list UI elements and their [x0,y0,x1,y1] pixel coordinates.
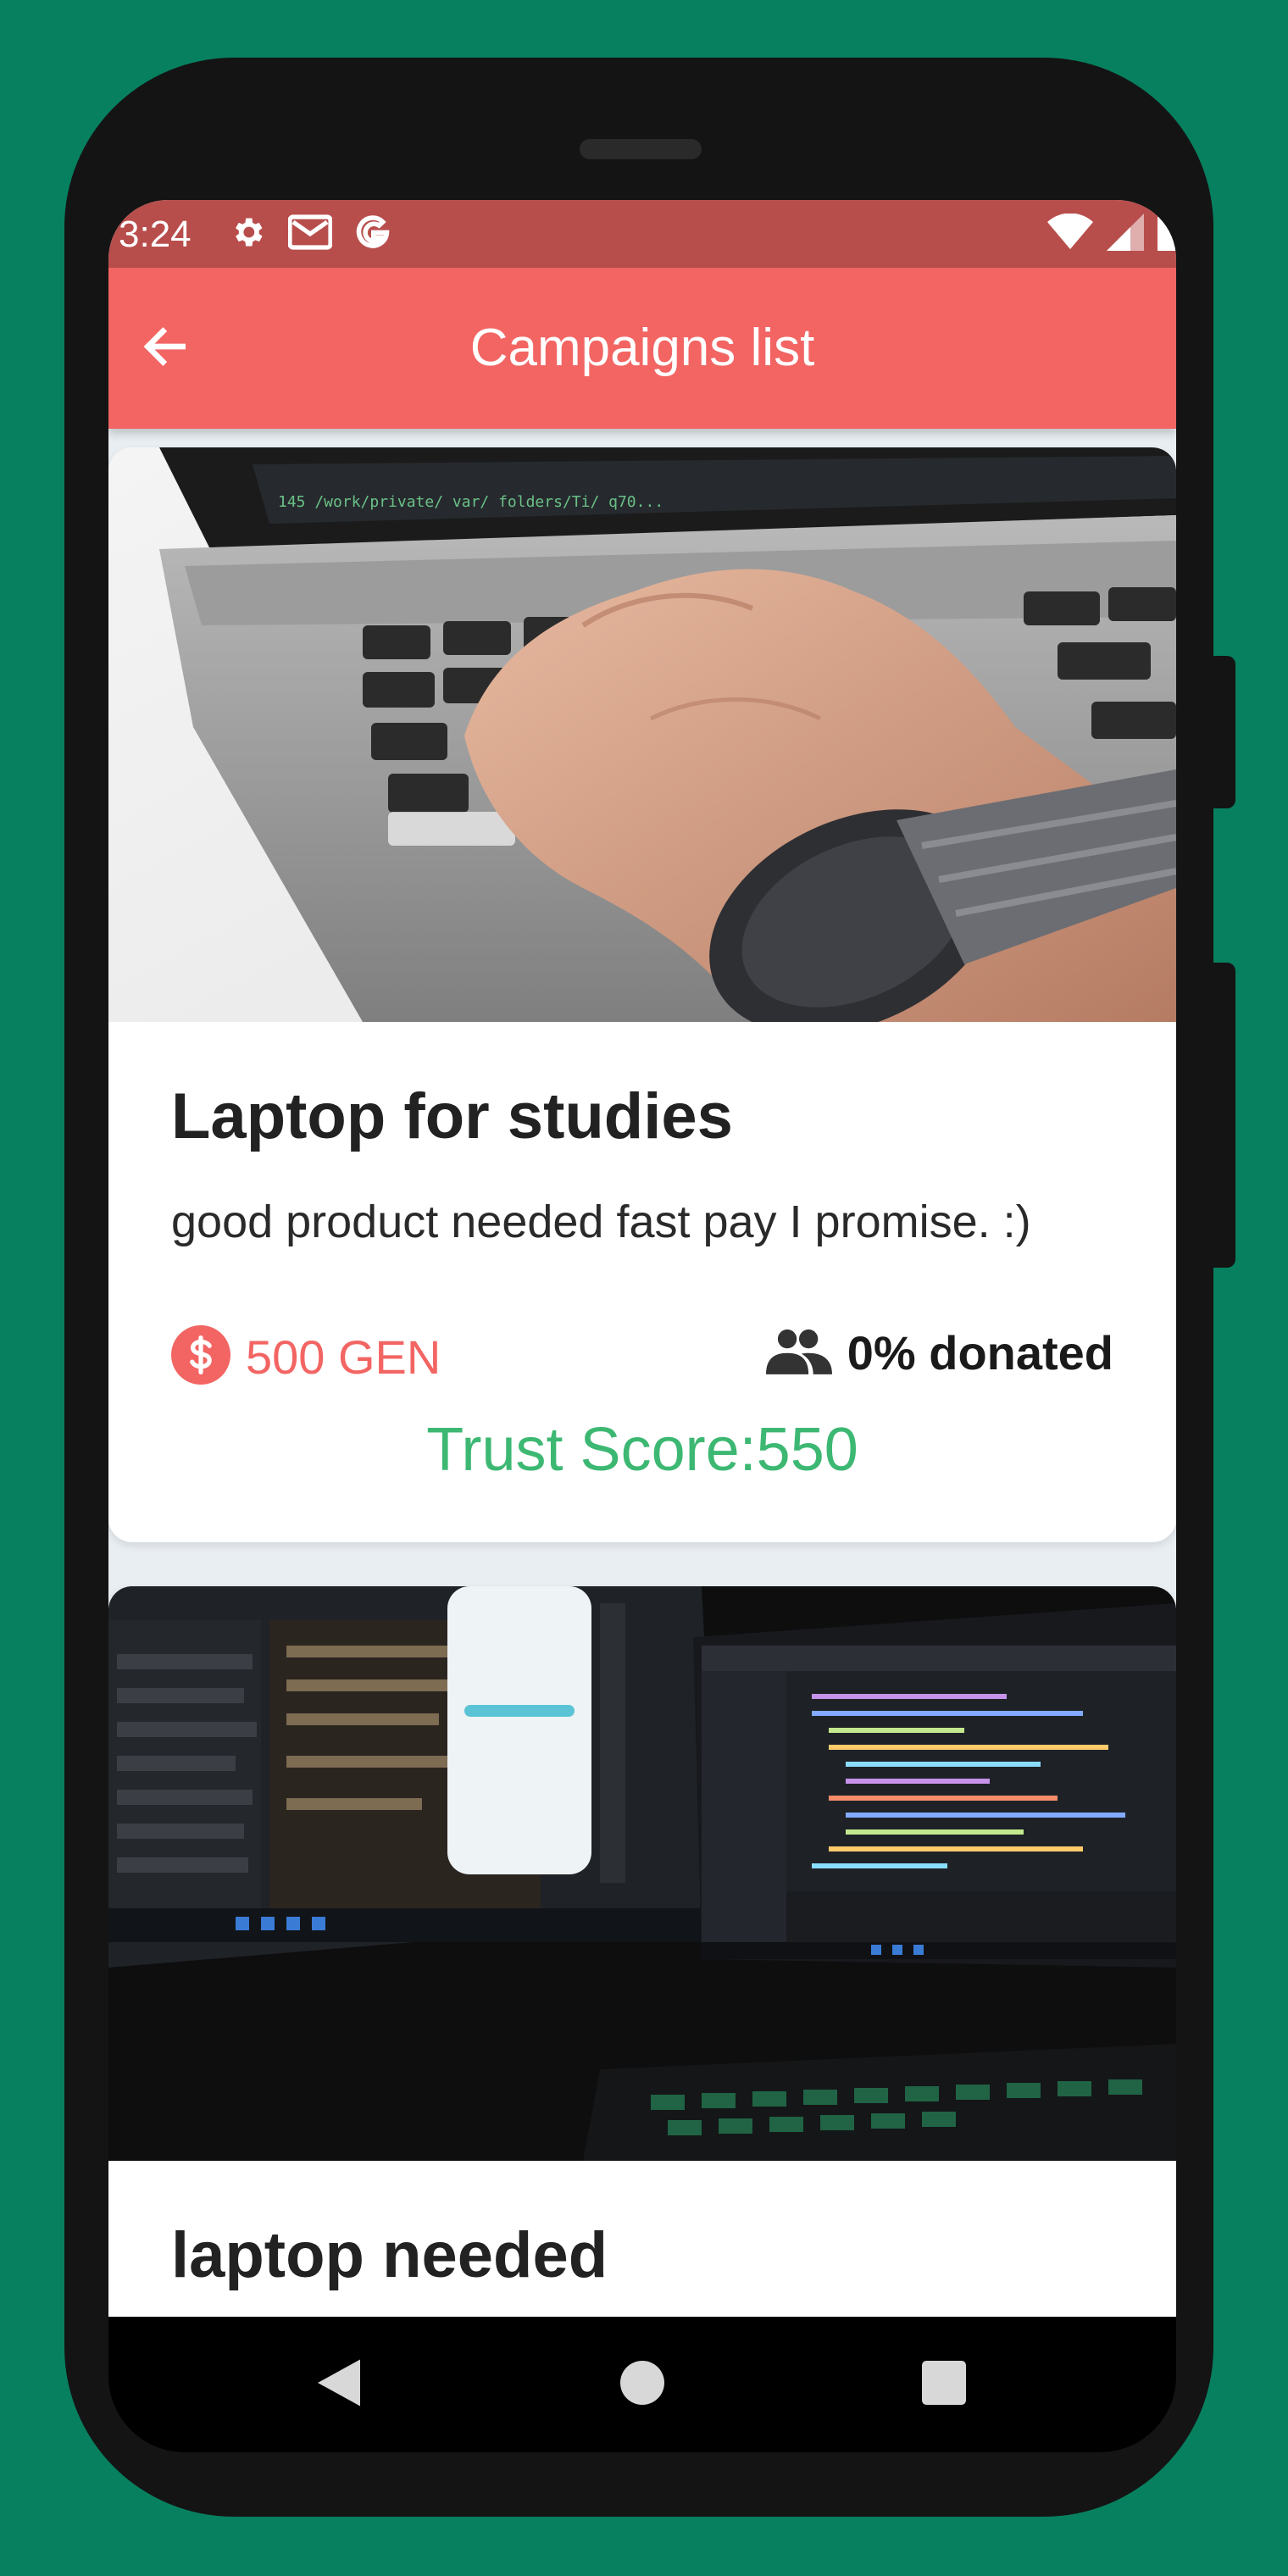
nav-back-icon [318,2359,360,2411]
people-icon [765,1327,832,1379]
campaign-image [108,1586,1176,2161]
amount-text: 500 GEN [246,1330,441,1384]
screen: 3:24 Campaigns list 145 /work/private/ v… [108,200,1176,2317]
app-bar: Campaigns list [108,268,1176,429]
gmail-icon [287,214,333,255]
wifi-icon [1047,213,1093,255]
status-icons-right [1047,213,1176,255]
nav-recents-icon [922,2360,966,2409]
nav-home-icon [620,2360,664,2409]
trust-score: Trust Score:550 [426,1416,858,1484]
campaign-image: 145 /work/private/ var/ folders/Ti/ q70.… [108,447,1176,1022]
campaign-description: good product needed fast pay I promise. … [171,1196,1031,1247]
campaign-title: laptop needed [171,2219,608,2291]
navigation-bar [108,2317,1176,2452]
power-button [1213,656,1235,808]
status-time: 3:24 [119,214,192,255]
nav-back-button[interactable] [308,2354,369,2415]
status-bar: 3:24 [108,200,1176,268]
campaign-card[interactable]: 145 /work/private/ var/ folders/Ti/ q70.… [108,447,1176,1542]
svg-text:145 /work/private/ var/ fold: 145 /work/private/ var/ folders/Ti/ q70.… [278,493,663,511]
battery-icon [1158,214,1176,255]
page-title: Campaigns list [469,319,815,377]
campaign-title: Laptop for studies [171,1080,733,1152]
signal-icon [1107,213,1144,255]
campaign-list[interactable]: 145 /work/private/ var/ folders/Ti/ q70.… [108,429,1176,2317]
gear-icon [229,214,266,255]
dollar-icon [171,1325,230,1389]
speaker-grille [580,139,702,159]
nav-recents-button[interactable] [913,2354,974,2415]
campaign-card[interactable]: laptop needed [108,1586,1176,2317]
nav-home-button[interactable] [612,2354,673,2415]
volume-button [1213,963,1235,1268]
donated-text: 0% donated [847,1326,1113,1380]
google-icon [354,214,391,255]
campaign-amount: 500 GEN [171,1325,441,1389]
status-icons-left [229,212,391,256]
campaign-donated: 0% donated [765,1325,1113,1380]
